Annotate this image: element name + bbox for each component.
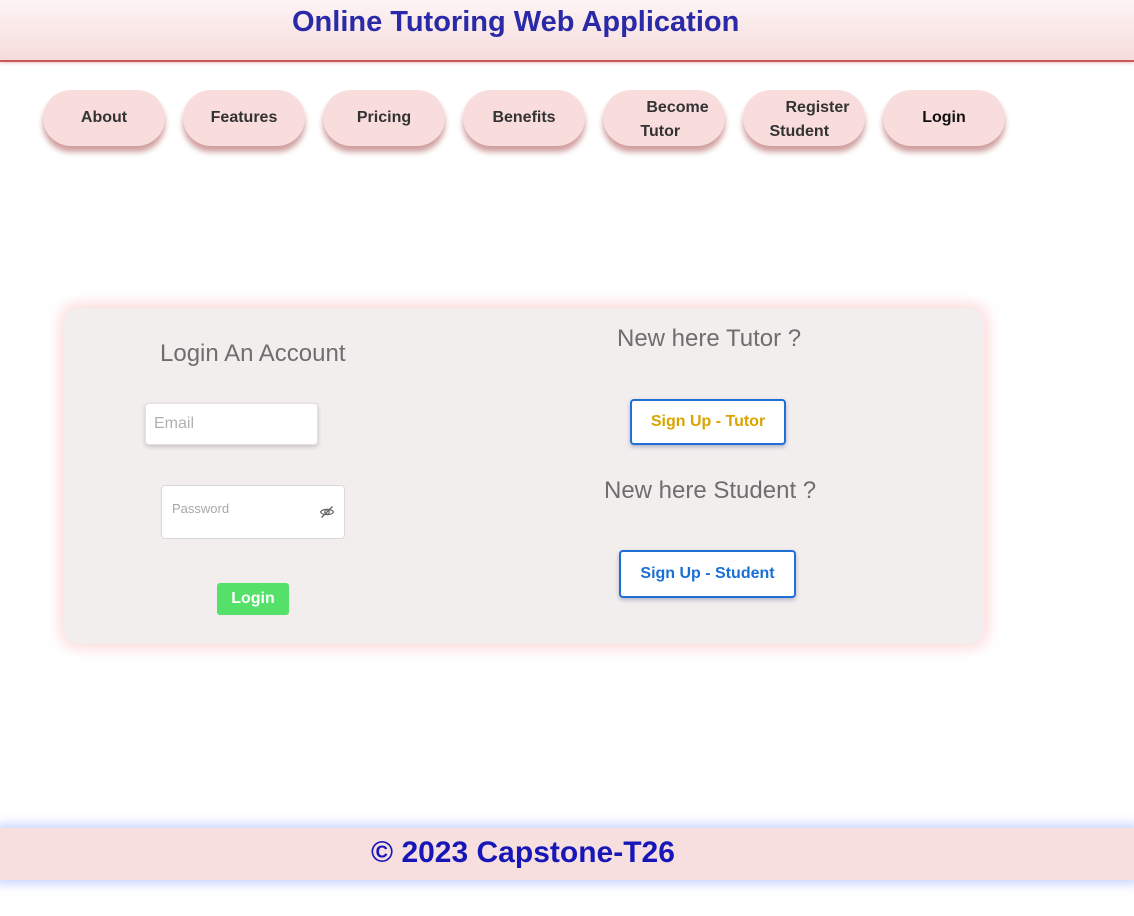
app-title: Online Tutoring Web Application [292,6,740,38]
nav-features-button[interactable]: Features [183,90,305,146]
signup-tutor-button[interactable]: Sign Up - Tutor [630,399,786,445]
password-input[interactable] [172,498,312,518]
login-heading: Login An Account [160,340,346,367]
nav-login-button[interactable]: Login [883,90,1005,146]
footer-copyright: © 2023 Capstone-T26 [371,836,675,869]
nav-pricing-button[interactable]: Pricing [323,90,445,146]
email-field[interactable] [145,403,318,445]
nav-register-student-line1: Register [785,99,850,116]
nav-benefits-button[interactable]: Benefits [463,90,585,146]
student-signup-heading: New here Student ? [604,477,817,504]
password-field[interactable] [161,485,345,539]
nav-become-tutor-line1: Become [646,99,709,116]
page-footer: © 2023 Capstone-T26 [0,828,1134,880]
page-header: Online Tutoring Web Application [0,0,1134,62]
nav-become-tutor-button[interactable]: Become Tutor [603,90,725,146]
nav-register-student-line2: Student [769,123,830,140]
nav-about-button[interactable]: About [43,90,165,146]
eye-slash-icon[interactable] [319,504,335,520]
signup-student-button[interactable]: Sign Up - Student [619,550,796,598]
nav-register-student-button[interactable]: Register Student [743,90,865,146]
login-button[interactable]: Login [217,583,289,615]
nav-become-tutor-line2: Tutor [640,123,681,140]
tutor-signup-heading: New here Tutor ? [617,325,802,352]
